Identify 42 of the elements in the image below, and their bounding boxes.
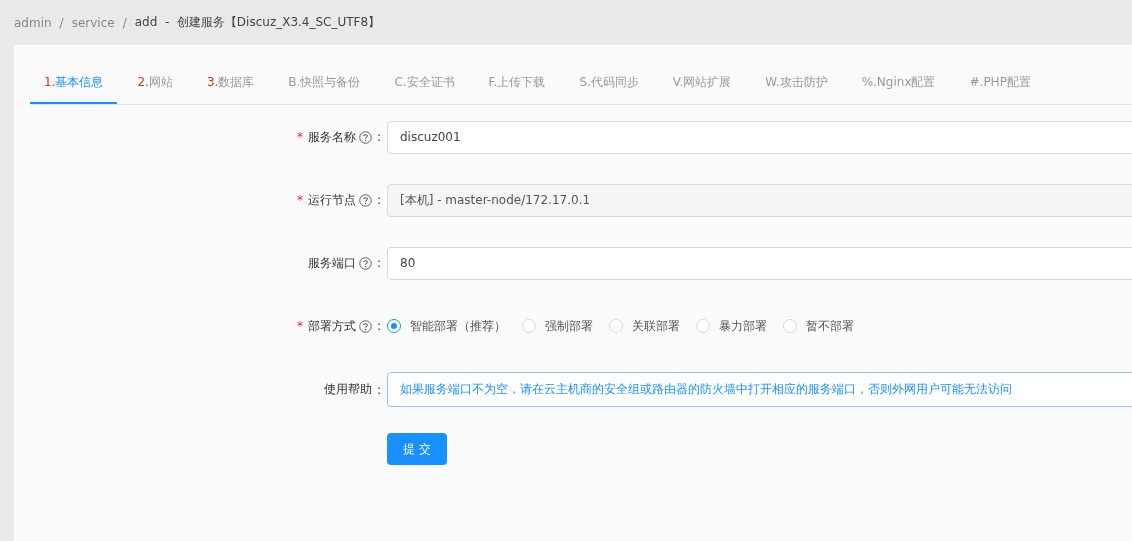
field-label: 部署方式	[307, 317, 356, 335]
input-field[interactable]: 80	[387, 246, 1132, 280]
label-colon: :	[376, 319, 381, 333]
breadcrumb-link[interactable]: admin	[14, 15, 52, 30]
label-colon: :	[376, 382, 381, 397]
required-mark: *	[296, 319, 303, 333]
radio-label[interactable]: 智能部署（推荐）	[410, 317, 506, 335]
tab[interactable]: S.代码同步	[565, 65, 653, 104]
breadcrumb-link[interactable]: service	[71, 15, 115, 30]
submit-button[interactable]: 提 交	[387, 433, 447, 465]
tab[interactable]: 2.网站	[123, 65, 187, 104]
radio-button[interactable]	[387, 319, 401, 333]
tab[interactable]: F.上传下载	[474, 65, 560, 104]
help-message: 如果服务端口不为空，请在云主机商的安全组或路由器的防火墙中打开相应的服务端口，否则外网用户可能无法访问	[387, 372, 1132, 407]
field-label: 运行节点	[307, 191, 356, 209]
label-colon: :	[376, 130, 381, 144]
breadcrumb-separator: /	[122, 15, 127, 30]
required-mark: *	[296, 130, 303, 144]
radio-label[interactable]: 暂不部署	[806, 317, 854, 335]
tab[interactable]: V.网站扩展	[658, 65, 746, 104]
breadcrumb-current: add - 创建服务【Discuz_X3.4_SC_UTF8】	[134, 14, 381, 31]
tab[interactable]: C.安全证书	[380, 65, 469, 104]
field-label: 使用帮助	[323, 381, 372, 398]
tab[interactable]: %.Nginx配置	[847, 65, 950, 104]
tab[interactable]: 1.基本信息	[30, 65, 118, 104]
required-mark: *	[296, 193, 303, 207]
tab[interactable]: W.攻击防护	[751, 65, 842, 104]
radio-label[interactable]: 关联部署	[632, 317, 680, 335]
tab[interactable]: B.快照与备份	[274, 65, 375, 104]
help-icon[interactable]	[358, 130, 372, 144]
radio-label[interactable]: 强制部署	[545, 317, 593, 335]
help-icon[interactable]	[358, 319, 372, 333]
radio-label[interactable]: 暴力部署	[719, 317, 767, 335]
help-icon[interactable]	[358, 256, 372, 270]
label-colon: :	[376, 193, 381, 207]
field-label: 服务名称	[307, 128, 356, 146]
label-colon: :	[376, 256, 381, 270]
tab[interactable]: #.PHP配置	[955, 65, 1045, 104]
input-field[interactable]: discuz001	[387, 120, 1132, 154]
field-label: 服务端口	[307, 254, 356, 272]
breadcrumb-separator: /	[59, 15, 64, 30]
tab[interactable]: 3.数据库	[192, 65, 269, 104]
